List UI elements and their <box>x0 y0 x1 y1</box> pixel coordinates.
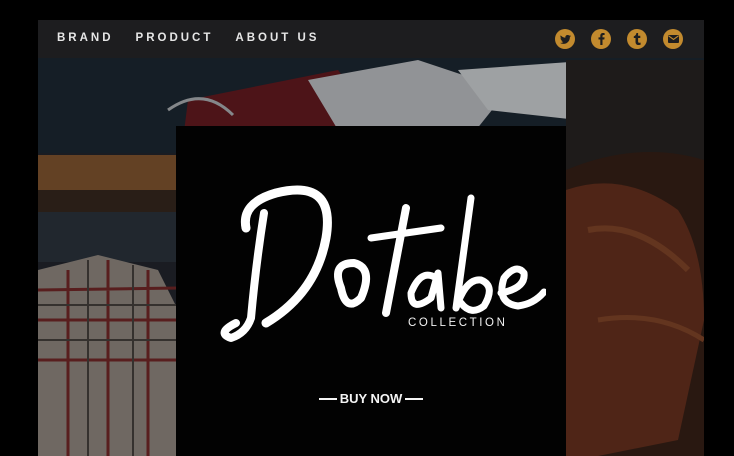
mail-icon[interactable] <box>663 29 683 49</box>
twitter-icon[interactable] <box>555 29 575 49</box>
social-links <box>539 29 683 49</box>
nav-about-us-link[interactable]: ABOUT US <box>235 33 319 45</box>
banner-frame: BRAND PRODUCT ABOUT US COLLECTION BUY NO… <box>38 20 704 456</box>
dash-right <box>405 397 424 400</box>
main-nav: BRAND PRODUCT ABOUT US <box>57 33 341 45</box>
buy-now-button[interactable]: BUY NOW <box>176 391 566 406</box>
top-navigation-bar: BRAND PRODUCT ABOUT US <box>38 20 704 58</box>
nav-product-link[interactable]: PRODUCT <box>136 33 214 45</box>
tumblr-icon[interactable] <box>627 29 647 49</box>
collection-subtitle: COLLECTION <box>408 317 508 329</box>
buy-now-label: BUY NOW <box>339 391 403 406</box>
facebook-icon[interactable] <box>591 29 611 49</box>
dash-left <box>318 397 337 400</box>
nav-brand-link[interactable]: BRAND <box>57 33 114 45</box>
hero-card: COLLECTION BUY NOW <box>176 126 566 456</box>
